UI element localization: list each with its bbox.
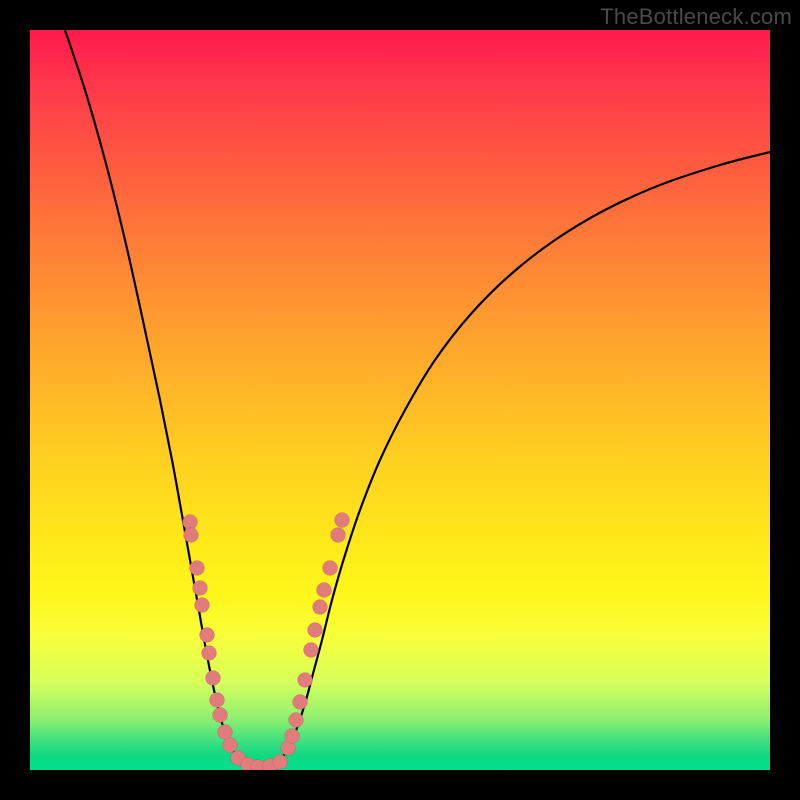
data-dots	[183, 513, 350, 771]
data-point	[308, 623, 323, 638]
data-point	[304, 643, 319, 658]
data-point	[200, 628, 215, 643]
bottleneck-plot	[30, 30, 770, 770]
data-point	[183, 515, 198, 530]
data-point	[184, 528, 199, 543]
data-point	[218, 725, 233, 740]
data-point	[317, 583, 332, 598]
data-point	[206, 671, 221, 686]
chart-frame	[30, 30, 770, 770]
data-point	[195, 598, 210, 613]
watermark-text: TheBottleneck.com	[600, 4, 792, 30]
data-point	[193, 581, 208, 596]
data-point	[323, 561, 338, 576]
bottleneck-curve	[65, 30, 770, 768]
data-point	[285, 729, 300, 744]
data-point	[331, 528, 346, 543]
data-point	[313, 600, 328, 615]
data-point	[289, 713, 304, 728]
data-point	[273, 755, 288, 770]
data-point	[223, 738, 238, 753]
data-point	[335, 513, 350, 528]
data-point	[293, 695, 308, 710]
data-point	[190, 561, 205, 576]
data-point	[213, 708, 228, 723]
data-point	[298, 673, 313, 688]
data-point	[202, 646, 217, 661]
data-point	[210, 693, 225, 708]
